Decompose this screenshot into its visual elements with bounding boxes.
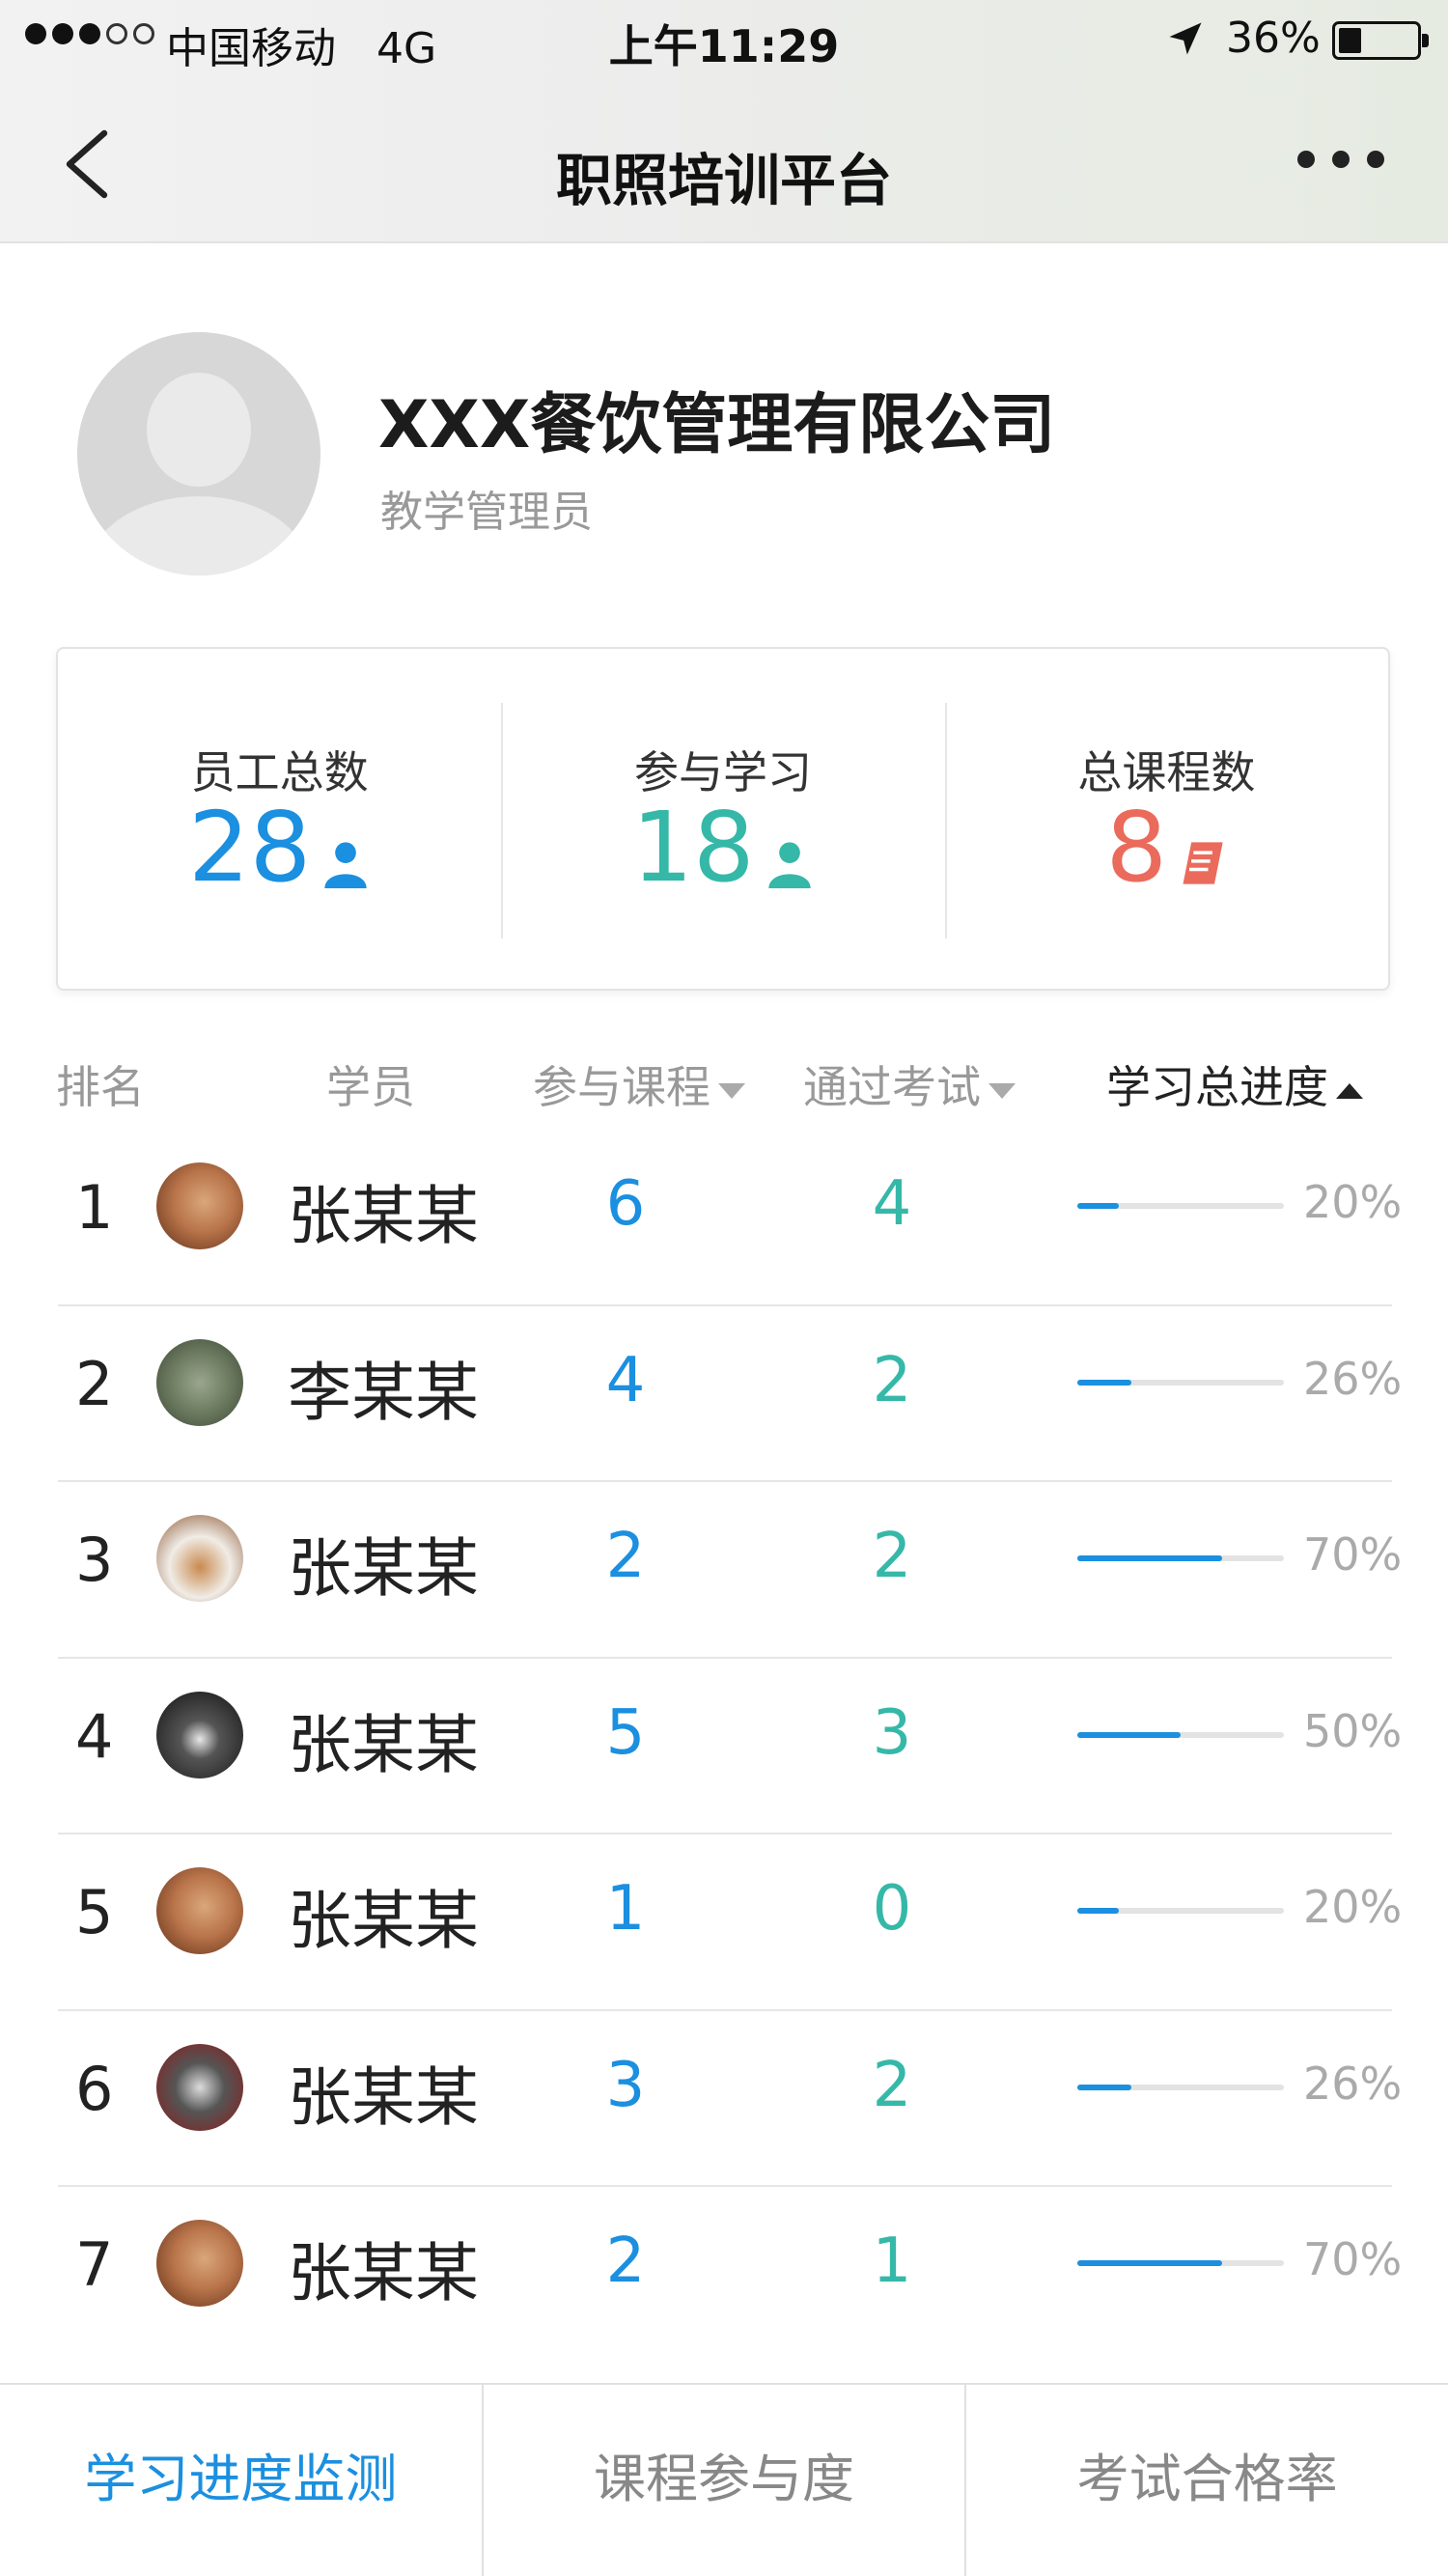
row-rank: 5	[75, 1877, 114, 1947]
battery-level-fill	[1339, 28, 1361, 53]
row-rank: 2	[75, 1348, 114, 1419]
location-arrow-icon	[1169, 22, 1202, 55]
progress-percent: 70%	[1303, 1528, 1403, 1581]
student-name: 李某某	[288, 1355, 479, 1430]
table-row[interactable]: 7 张某某 2 1 70%	[0, 2187, 1448, 2364]
user-role: 教学管理员	[380, 488, 593, 537]
person-icon	[767, 842, 811, 888]
progress-bar	[1077, 1731, 1284, 1738]
top-bar: 中国移动 4G 上午11:29 36% 职照培训平台	[0, 0, 1448, 243]
passed-count: 2	[872, 2049, 912, 2121]
table-row[interactable]: 1 张某某 6 4 20%	[0, 1130, 1448, 1306]
company-avatar	[77, 332, 320, 575]
sort-up-icon	[1336, 1082, 1363, 1099]
person-icon	[324, 842, 367, 888]
progress-percent: 26%	[1303, 2057, 1403, 2110]
student-avatar	[156, 1162, 243, 1249]
passed-count: 3	[872, 1696, 912, 1769]
courses-count: 6	[605, 1168, 646, 1240]
status-bar: 中国移动 4G 上午11:29 36%	[0, 0, 1448, 81]
sort-down-icon	[718, 1082, 745, 1099]
stat-value: 18	[631, 791, 755, 904]
tab-exam-pass-rate[interactable]: 考试合格率	[964, 2385, 1448, 2576]
progress-fill	[1077, 1379, 1131, 1386]
progress-percent: 70%	[1303, 2233, 1403, 2285]
battery-icon	[1332, 21, 1429, 60]
student-avatar	[156, 1338, 243, 1426]
row-rank: 7	[75, 2229, 114, 2300]
battery-percent: 36%	[1226, 14, 1321, 63]
student-name: 张某某	[288, 2236, 479, 2310]
column-passed-sort[interactable]: 通过考试	[803, 1052, 1016, 1116]
progress-bar	[1077, 1203, 1284, 1209]
student-name: 张某某	[288, 1707, 479, 1782]
progress-bar	[1077, 2084, 1284, 2090]
progress-fill	[1077, 2084, 1131, 2090]
ranking-list: 1 张某某 6 4 20% 2 李某某 4 2 26% 3 张某某 2 2 70…	[0, 1130, 1448, 2364]
passed-count: 4	[872, 1168, 912, 1240]
page-title: 职照培训平台	[555, 148, 892, 213]
column-progress-sort[interactable]: 学习总进度	[1106, 1052, 1363, 1116]
progress-bar	[1077, 1379, 1284, 1386]
progress-fill	[1077, 1908, 1119, 1914]
student-name: 张某某	[288, 2059, 479, 2135]
progress-percent: 50%	[1303, 1704, 1403, 1757]
stat-participants[interactable]: 参与学习 18	[501, 649, 944, 989]
student-avatar	[156, 1515, 243, 1602]
student-name: 张某某	[288, 1179, 479, 1253]
progress-fill	[1077, 1555, 1222, 1561]
stat-total-courses[interactable]: 总课程数 8	[944, 649, 1388, 989]
student-avatar	[156, 2043, 243, 2131]
more-options-button[interactable]	[1297, 151, 1384, 174]
progress-fill	[1077, 1203, 1119, 1209]
stat-value: 28	[188, 791, 312, 904]
column-rank: 排名	[56, 1061, 145, 1113]
stat-total-employees[interactable]: 员工总数 28	[58, 649, 501, 989]
table-row[interactable]: 4 张某某 5 3 50%	[0, 1659, 1448, 1835]
bottom-tab-bar: 学习进度监测 课程参与度 考试合格率	[0, 2383, 1448, 2576]
student-avatar	[156, 1691, 243, 1778]
progress-bar	[1077, 2260, 1284, 2266]
tab-learning-progress[interactable]: 学习进度监测	[0, 2385, 482, 2576]
courses-count: 5	[605, 1696, 646, 1769]
progress-bar	[1077, 1555, 1284, 1561]
progress-fill	[1077, 2260, 1222, 2266]
table-row[interactable]: 2 李某某 4 2 26%	[0, 1306, 1448, 1483]
row-rank: 6	[75, 2053, 114, 2124]
stat-value: 8	[1105, 791, 1168, 904]
student-name: 张某某	[288, 1531, 479, 1606]
row-rank: 3	[75, 1525, 114, 1595]
column-student: 学员	[326, 1061, 415, 1113]
student-name: 张某某	[288, 1884, 479, 1958]
courses-count: 1	[605, 1873, 646, 1945]
table-header: 排名 学员 参与课程 通过考试 学习总进度	[0, 1045, 1448, 1122]
row-rank: 4	[75, 1700, 114, 1772]
passed-count: 2	[872, 1521, 912, 1592]
courses-count: 2	[605, 2226, 646, 2297]
progress-percent: 20%	[1303, 1176, 1403, 1228]
stats-card: 员工总数 28 参与学习 18 总课程数 8	[56, 647, 1390, 991]
table-row[interactable]: 6 张某某 3 2 26%	[0, 2011, 1448, 2188]
courses-count: 3	[605, 2049, 646, 2121]
passed-count: 1	[872, 2226, 912, 2297]
progress-bar	[1077, 1908, 1284, 1914]
passed-count: 2	[872, 1344, 912, 1416]
student-avatar	[156, 1867, 243, 1954]
courses-count: 2	[605, 1521, 646, 1592]
student-avatar	[156, 2220, 243, 2307]
passed-count: 0	[872, 1873, 912, 1945]
company-name: XXX餐饮管理有限公司	[378, 387, 1056, 463]
row-rank: 1	[75, 1172, 114, 1243]
more-horizontal-icon	[1297, 151, 1315, 168]
table-row[interactable]: 3 张某某 2 2 70%	[0, 1482, 1448, 1659]
progress-percent: 20%	[1303, 1881, 1403, 1933]
progress-fill	[1077, 1731, 1181, 1738]
progress-percent: 26%	[1303, 1352, 1403, 1405]
courses-count: 4	[605, 1344, 646, 1416]
tab-course-participation[interactable]: 课程参与度	[481, 2385, 965, 2576]
table-row[interactable]: 5 张某某 1 0 20%	[0, 1834, 1448, 2011]
book-icon	[1183, 842, 1223, 884]
sort-down-icon	[989, 1082, 1016, 1099]
column-courses-sort[interactable]: 参与课程	[533, 1052, 745, 1116]
